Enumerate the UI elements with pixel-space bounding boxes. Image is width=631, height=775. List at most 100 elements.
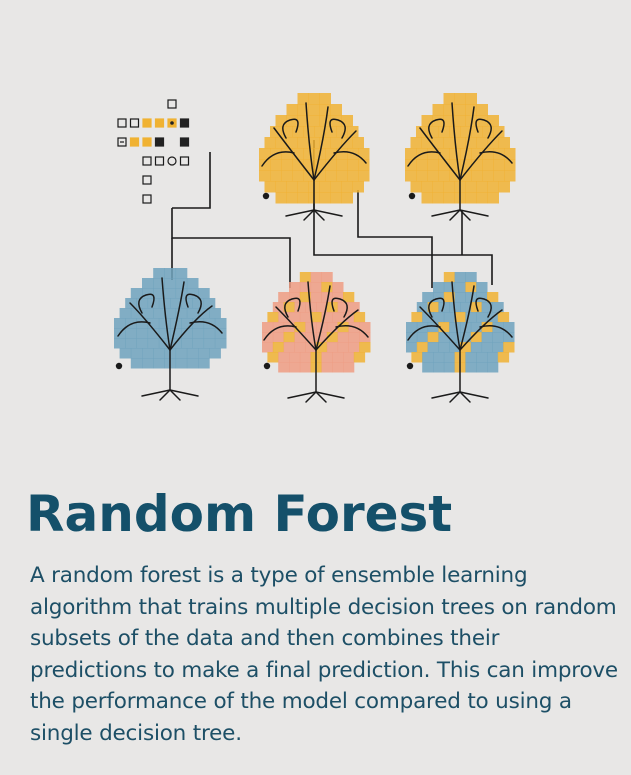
foliage-pixel	[214, 338, 227, 349]
foliage-pixel	[498, 181, 510, 193]
foliage-pixel	[283, 322, 295, 333]
foliage-pixel	[326, 342, 339, 353]
foliage-pixel	[297, 137, 309, 149]
foliage-pixel	[422, 362, 434, 373]
foliage-pixel	[308, 104, 320, 116]
foliage-pixel	[438, 342, 450, 353]
foliage-pixel	[153, 268, 165, 279]
foliage-pixel	[497, 352, 510, 363]
foliage-pixel	[332, 312, 344, 323]
foliage-pixel	[449, 322, 461, 333]
foliage-pixel	[198, 348, 210, 359]
foliage-pixel	[299, 362, 312, 373]
foliage-pixel	[336, 148, 348, 160]
foliage-pixel	[476, 292, 488, 303]
foliage-pixel	[305, 322, 317, 333]
foliage-pixel	[433, 292, 445, 303]
foliage-pixel	[421, 115, 433, 127]
foliage-pixel	[476, 192, 488, 204]
foliage-pixel	[310, 292, 322, 303]
foliage-pixel	[262, 342, 274, 353]
foliage-pixel	[492, 332, 504, 343]
foliage-pixel	[330, 181, 342, 193]
tree-top-right	[405, 93, 516, 221]
foliage-pixel	[465, 352, 477, 363]
foliage-pixel	[283, 342, 295, 353]
foliage-pixel	[321, 282, 333, 293]
pixel-square	[142, 175, 152, 185]
foliage-pixel	[341, 181, 353, 193]
data-pixel-grid	[117, 99, 190, 204]
foliage-pixel	[319, 104, 331, 116]
foliage-pixel	[471, 170, 483, 182]
foliage-pixel	[142, 358, 154, 369]
foliage-pixel	[348, 332, 360, 343]
foliage-pixel	[175, 348, 188, 359]
foliage-pixel	[330, 104, 342, 116]
foliage-pixel	[336, 170, 348, 182]
foliage-pixel	[498, 137, 510, 149]
pixel-square	[179, 137, 190, 147]
foliage-pixel	[297, 93, 309, 105]
pixel-dot	[170, 121, 174, 125]
foliage-pixel	[443, 362, 456, 373]
foliage-pixel	[347, 126, 359, 138]
foliage-pixel	[487, 352, 499, 363]
foliage-pixel	[136, 318, 149, 329]
foliage-pixel	[147, 338, 160, 349]
foliage-pixel	[332, 352, 344, 363]
foliage-pixel	[487, 362, 499, 373]
foliage-pixel	[297, 181, 309, 193]
foliage-pixel	[114, 338, 126, 349]
foliage-pixel	[153, 348, 165, 359]
foliage-pixel	[192, 328, 205, 339]
foliage-pixel	[411, 312, 423, 323]
foliage-pixel	[158, 318, 171, 329]
foliage-pixel	[443, 312, 456, 323]
foliage-pixel	[482, 170, 494, 182]
foliage-pixel	[119, 348, 132, 359]
foliage-pixel	[443, 93, 455, 105]
foliage-pixel	[308, 93, 320, 105]
foliage-pixel	[294, 342, 306, 353]
foliage-pixel	[476, 352, 488, 363]
foliage-pixel	[481, 322, 493, 333]
foliage-pixel	[465, 104, 477, 116]
foliage-pixel	[432, 104, 444, 116]
foliage-pixel	[341, 137, 353, 149]
foliage-pixel	[347, 170, 359, 182]
foliage-pixel	[332, 362, 344, 373]
foliage-pixel	[267, 312, 279, 323]
foliage-pixel	[214, 328, 227, 339]
foliage-pixel	[476, 181, 488, 193]
foliage-pixel	[332, 292, 344, 303]
foliage-pixel	[125, 338, 137, 349]
foliage-pixel	[259, 159, 271, 171]
foliage-pixel	[470, 342, 483, 353]
node-dot	[408, 192, 416, 200]
node-dot	[262, 192, 270, 200]
foliage-pixel	[270, 159, 282, 171]
foliage-pixel	[443, 352, 456, 363]
foliage-pixel	[310, 282, 322, 293]
foliage-pixel	[203, 338, 216, 349]
foliage-pixel	[278, 362, 290, 373]
foliage-pixel	[492, 342, 504, 353]
foliage-pixel	[181, 338, 193, 349]
foliage-pixel	[433, 352, 445, 363]
foliage-pixel	[337, 342, 349, 353]
foliage-pixel	[299, 352, 312, 363]
foliage-pixel	[114, 318, 126, 329]
foliage-pixel	[433, 362, 445, 373]
foliage-pixel	[192, 338, 205, 349]
pixel-square	[167, 99, 177, 109]
foliage-pixel	[341, 192, 353, 204]
foliage-pixel	[348, 342, 360, 353]
foliage-pixel	[416, 302, 429, 313]
foliage-pixel	[281, 159, 293, 171]
random-forest-illustration	[114, 93, 516, 403]
pixel-square	[117, 118, 127, 128]
foliage-pixel	[493, 159, 505, 171]
foliage-pixel	[119, 308, 132, 319]
foliage-pixel	[416, 332, 429, 343]
